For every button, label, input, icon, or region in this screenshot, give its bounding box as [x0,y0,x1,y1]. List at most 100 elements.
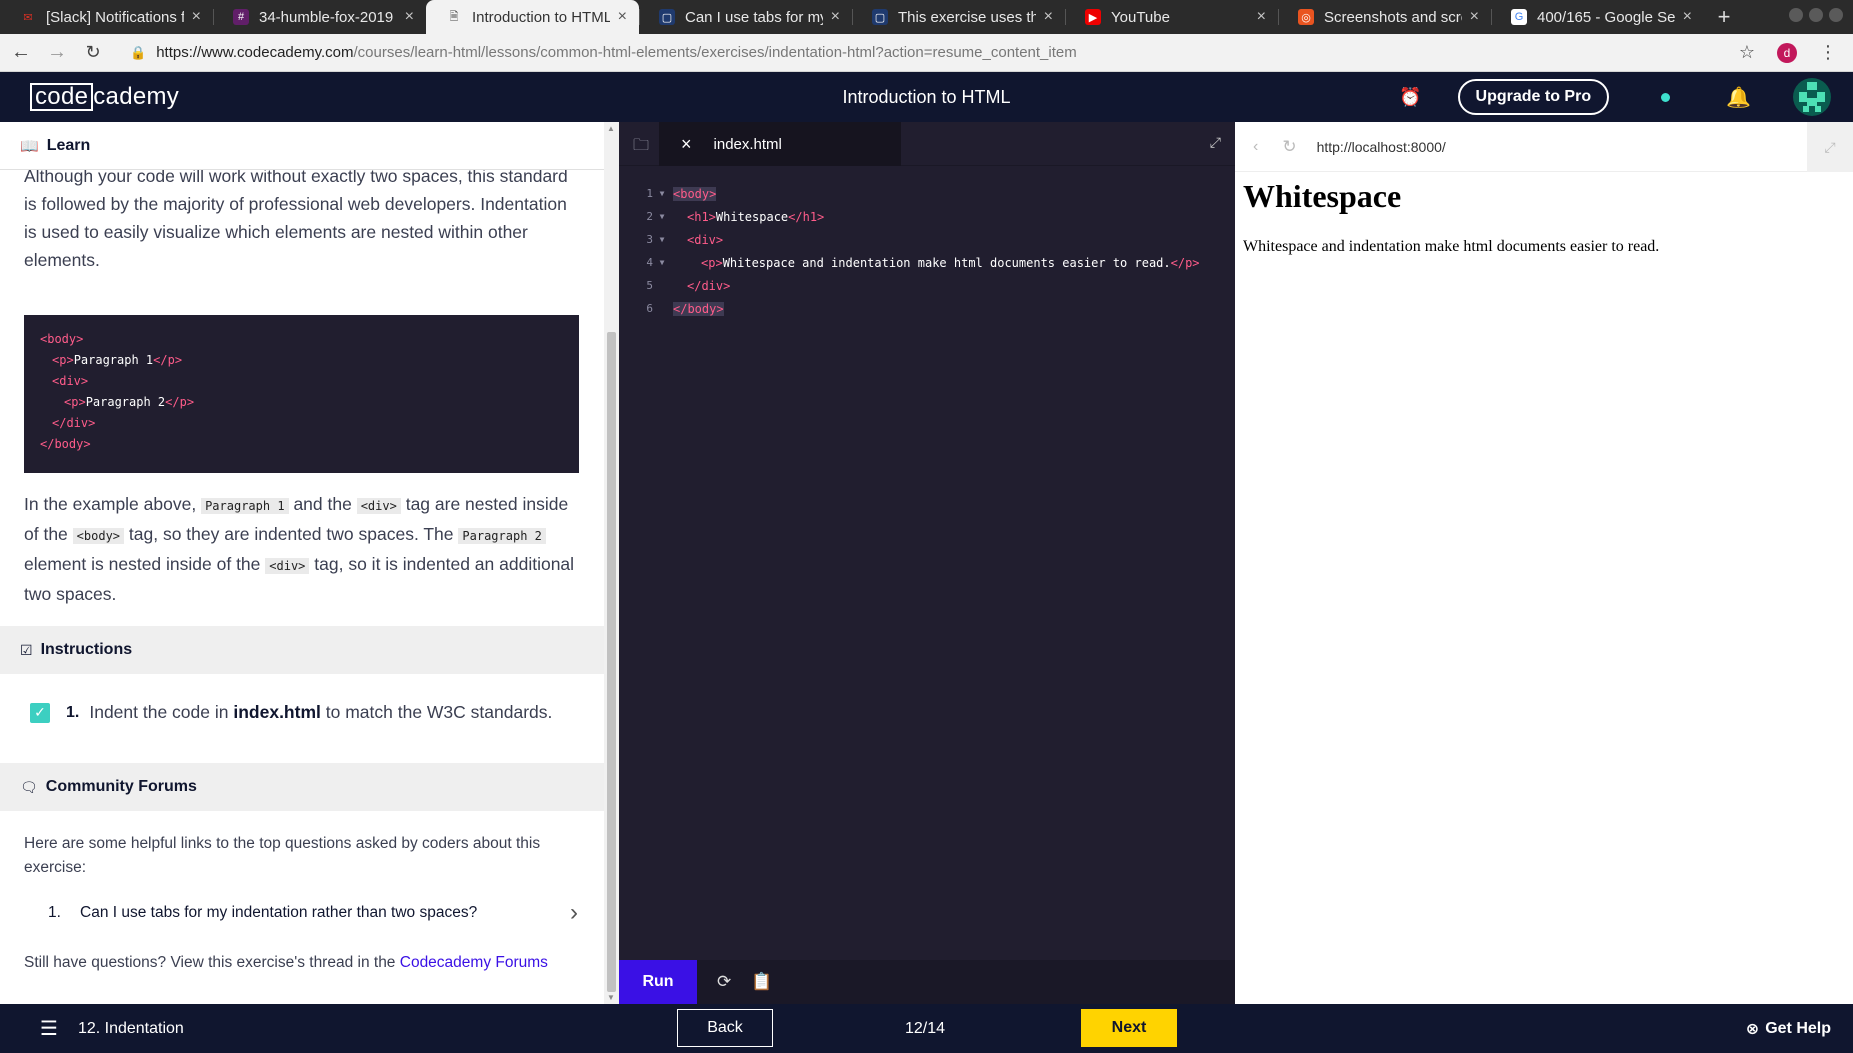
browser-tab[interactable]: G 400/165 - Google Sear × [1491,0,1704,34]
next-button[interactable]: Next [1081,1009,1177,1047]
get-help-label: Get Help [1765,1019,1831,1037]
browser-tab[interactable]: ▢ Can I use tabs for my × [639,0,852,34]
forward-arrow-icon[interactable]: → [42,41,72,64]
code-tag: <body> [40,332,84,346]
youtube-icon: ▶ [1085,9,1101,25]
preview-refresh-icon[interactable]: ↻ [1282,137,1296,157]
instructions-header[interactable]: ☑ Instructions [0,626,604,674]
folder-icon[interactable]: 🗀 [633,134,649,161]
gmail-icon: ✉ [23,11,33,24]
close-tab-icon[interactable]: × [681,134,692,155]
browser-tab[interactable]: 🗎 Introduction to HTML × [426,0,639,34]
line-code: <p>Whitespace and indentation make html … [671,256,1200,270]
codecademy-forums-link[interactable]: Codecademy Forums [400,954,548,971]
tab-title: 400/165 - Google Sear [1537,8,1675,26]
expand-icon[interactable]: ⤢ [1210,134,1221,151]
preview-expand-icon[interactable]: ⤢ [1807,122,1853,172]
speech-bubble-icon: 🗨 [20,778,38,795]
learn-scrollbar[interactable]: ▲ ▼ [604,122,619,1004]
editor-actions: Run ⟳ 📋 [619,960,1235,1004]
editor-code-area[interactable]: 1 ▼ <body> 2 ▼ <h1>Whitespace</h1> 3 ▼ <div> 4 ▼ <p… [619,182,1235,320]
code-line: </body> [40,434,563,455]
code-text: Paragraph 1 [73,353,154,367]
scrollbar-thumb[interactable] [607,332,616,992]
upgrade-to-pro-button[interactable]: Upgrade to Pro [1457,79,1610,115]
url-path: /courses/learn-html/lessons/common-html-… [353,44,1077,61]
code-line: <p>Paragraph 2</p> [40,392,563,413]
fold-arrow-icon[interactable]: ▼ [653,235,671,244]
run-button[interactable]: Run [619,960,697,1004]
instruction-text: Indent the code in index.html to match t… [89,702,552,723]
scroll-up-icon[interactable]: ▲ [607,124,615,133]
menu-icon[interactable]: ☰ [40,1016,58,1041]
close-tab-icon[interactable]: × [1470,8,1479,26]
copy-to-clipboard-icon[interactable]: 📋 [751,972,772,992]
logo-code: code [30,83,94,111]
maximize-button[interactable] [1809,8,1823,22]
browser-tab[interactable]: ✉ [Slack] Notifications f × [0,0,213,34]
forum-question-link[interactable]: 1. Can I use tabs for my indentation rat… [48,899,578,927]
codecademy-logo[interactable]: code cademy [30,83,179,111]
get-help-button[interactable]: ⊗ Get Help [1746,1004,1831,1053]
completed-checkbox-icon[interactable]: ✓ [30,702,50,723]
alarm-clock-icon[interactable]: ⏰ [1399,87,1421,108]
close-tab-icon[interactable]: × [618,8,627,26]
code-tag: </p> [1170,255,1200,270]
editor-filename: index.html [713,135,782,153]
code-text: Whitespace [715,209,789,224]
minimize-button[interactable] [1789,8,1803,22]
close-window-button[interactable] [1829,8,1843,22]
tab-title: Can I use tabs for my [685,8,823,26]
reset-icon[interactable]: ⟳ [717,972,731,992]
editor-file-tab[interactable]: × index.html [659,122,901,166]
back-button[interactable]: Back [677,1009,773,1047]
bookmark-star-icon[interactable]: ☆ [1739,42,1755,63]
forum-item-number: 1. [48,904,61,921]
fold-arrow-icon[interactable]: ▼ [653,189,671,198]
reload-icon[interactable]: ↻ [78,42,108,63]
scroll-down-icon[interactable]: ▼ [607,993,615,1002]
address-bar[interactable]: https://www.codecademy.com/courses/learn… [156,44,1077,61]
browser-menu-icon[interactable]: ⋮ [1819,42,1837,63]
profile-avatar[interactable]: d [1777,42,1797,63]
text: In the example above, [24,494,197,514]
browser-tab[interactable]: ◎ Screenshots and scre × [1278,0,1491,34]
browser-tab[interactable]: ▶ YouTube × [1065,0,1278,34]
line-number: 4 [646,256,653,269]
code-text: Whitespace and indentation make html doc… [722,255,1171,270]
browser-tab[interactable]: #34-humble-fox-2019 | × [213,0,426,34]
tab-title: Screenshots and scre [1324,8,1462,26]
close-tab-icon[interactable]: × [1044,8,1053,26]
url-host: https://www.codecademy.com [156,44,354,61]
text: and the [293,494,352,514]
preview-heading: Whitespace [1243,178,1402,214]
close-tab-icon[interactable]: × [405,8,414,26]
editor-line: 5 </div> [619,274,1235,297]
back-arrow-icon[interactable]: ← [6,41,36,64]
code-tag: <body> [673,186,717,201]
close-tab-icon[interactable]: × [192,8,201,26]
code-tag: <p> [701,255,723,270]
code-tag: </body> [673,301,724,316]
line-code: </body> [671,301,724,316]
text: tag, so they are indented two spaces. Th… [128,524,454,544]
notification-bell-icon[interactable]: 🔔 [1726,85,1751,110]
close-tab-icon[interactable]: × [831,8,840,26]
code-line: </div> [40,413,563,434]
slack-icon: # [233,9,249,25]
community-forums-header[interactable]: 🗨 Community Forums [0,763,604,811]
preview-back-icon[interactable]: ‹ [1253,138,1258,156]
new-tab-button[interactable]: + [1704,0,1744,34]
editor-line: 2 ▼ <h1>Whitespace</h1> [619,205,1235,228]
browser-tab[interactable]: ▢ This exercise uses the × [852,0,1065,34]
fold-arrow-icon[interactable]: ▼ [653,258,671,267]
close-tab-icon[interactable]: × [1683,8,1692,26]
close-tab-icon[interactable]: × [1257,8,1266,26]
editor-tab-bar: 🗀 × index.html ⤢ [619,122,1235,166]
lesson-title[interactable]: 12. Indentation [78,1020,184,1038]
text: Indent the code in [89,702,229,722]
instructions-label: Instructions [40,641,133,658]
user-avatar[interactable] [1793,78,1831,116]
fold-arrow-icon[interactable]: ▼ [653,212,671,221]
browser-preview: ‹ ↻ http://localhost:8000/ ⤢ Whitespace … [1235,122,1853,1004]
